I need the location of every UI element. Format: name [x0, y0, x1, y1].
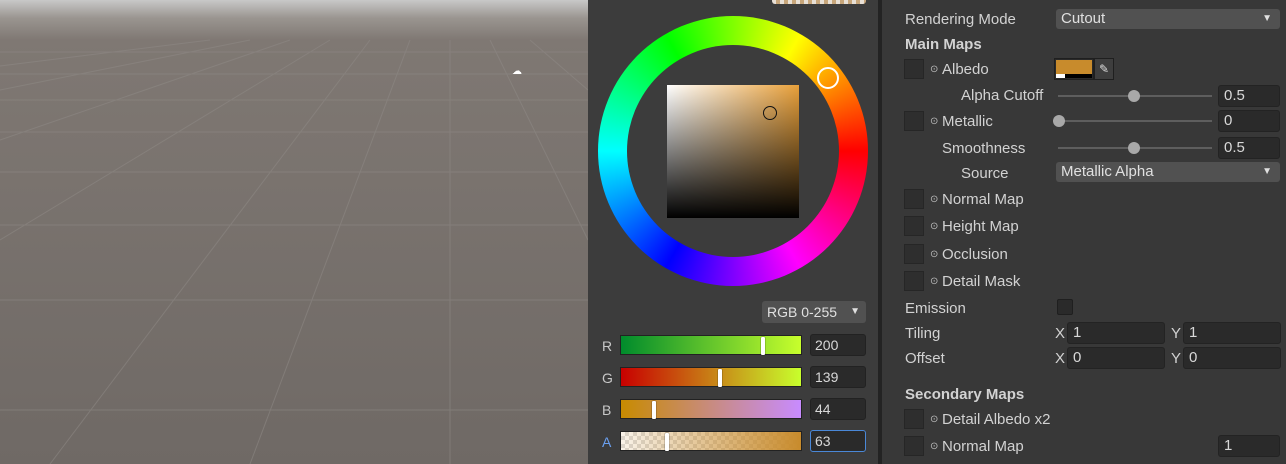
albedo-alpha-bar-fill: [1056, 74, 1065, 78]
channel-slider-g[interactable]: [620, 367, 802, 387]
texture-picker-icon[interactable]: ⊙: [930, 116, 938, 127]
rendering-mode-label: Rendering Mode: [905, 11, 1016, 28]
metallic-slider[interactable]: [1058, 120, 1212, 122]
eyedropper-icon[interactable]: ✎: [1094, 58, 1114, 80]
channel-value-a[interactable]: 63: [810, 430, 866, 452]
detail-albedo-texture-slot[interactable]: [904, 409, 924, 429]
rendering-mode-value: Cutout: [1061, 10, 1106, 27]
texture-picker-icon[interactable]: ⊙: [930, 276, 938, 287]
emission-label: Emission: [905, 300, 966, 317]
main-maps-header: Main Maps: [905, 36, 982, 53]
rendering-mode-dropdown[interactable]: Cutout ▼: [1056, 9, 1280, 29]
metallic-thumb[interactable]: [1053, 115, 1065, 127]
offset-y-field[interactable]: 0: [1183, 347, 1281, 369]
texture-picker-icon[interactable]: ⊙: [930, 64, 938, 75]
detail-mask-texture-slot[interactable]: [904, 271, 924, 291]
normal-map-label: Normal Map: [942, 191, 1024, 208]
color-mode-dropdown[interactable]: RGB 0-255 ▼: [762, 301, 866, 323]
height-map-texture-slot[interactable]: [904, 216, 924, 236]
source-value: Metallic Alpha: [1061, 163, 1154, 180]
albedo-label: Albedo: [942, 61, 989, 78]
channel-value-g[interactable]: 139: [810, 366, 866, 388]
albedo-color-swatch: [1056, 60, 1092, 74]
emission-checkbox[interactable]: [1057, 299, 1073, 315]
channel-value-r[interactable]: 200: [810, 334, 866, 356]
offset-x-field[interactable]: 0: [1067, 347, 1165, 369]
tiling-x-field[interactable]: 1: [1067, 322, 1165, 344]
material-inspector: Rendering Mode Cutout ▼ Main Maps ⊙ Albe…: [882, 0, 1286, 464]
channel-label-a: A: [602, 434, 612, 450]
color-picker-panel: RGB 0-255 ▼ R 200 G 139 B 44 A 63: [588, 0, 878, 464]
detail-albedo-label: Detail Albedo x2: [942, 411, 1051, 428]
offset-label: Offset: [905, 350, 945, 367]
ground-grid: [0, 39, 588, 464]
saturation-value-marker[interactable]: [763, 106, 777, 120]
channel-label-r: R: [602, 338, 613, 354]
source-dropdown[interactable]: Metallic Alpha ▼: [1056, 162, 1280, 182]
offset-y-label: Y: [1171, 350, 1182, 367]
alpha-cutoff-field[interactable]: 0.5: [1218, 85, 1280, 107]
tiling-x-label: X: [1055, 325, 1066, 342]
secondary-normal-scale-field[interactable]: 1: [1218, 435, 1280, 457]
tiling-label: Tiling: [905, 325, 941, 342]
tiling-y-field[interactable]: 1: [1183, 322, 1281, 344]
occlusion-label: Occlusion: [942, 246, 1008, 263]
smoothness-field[interactable]: 0.5: [1218, 137, 1280, 159]
smoothness-thumb[interactable]: [1128, 142, 1140, 154]
texture-picker-icon[interactable]: ⊙: [930, 194, 938, 205]
normal-map-texture-slot[interactable]: [904, 189, 924, 209]
chevron-down-icon: ▼: [1262, 166, 1272, 177]
texture-picker-icon[interactable]: ⊙: [930, 249, 938, 260]
chevron-down-icon: ▼: [850, 306, 860, 317]
detail-mask-label: Detail Mask: [942, 273, 1021, 290]
texture-picker-icon[interactable]: ⊙: [930, 414, 938, 425]
alpha-cutoff-thumb[interactable]: [1128, 90, 1140, 102]
scene-view[interactable]: ☁: [0, 0, 588, 464]
source-label: Source: [961, 165, 1009, 182]
secondary-maps-header: Secondary Maps: [905, 386, 1025, 403]
occlusion-texture-slot[interactable]: [904, 244, 924, 264]
hue-marker[interactable]: [817, 67, 839, 89]
channel-label-b: B: [602, 402, 612, 418]
secondary-normal-map-label: Normal Map: [942, 438, 1024, 455]
secondary-normal-map-texture-slot[interactable]: [904, 436, 924, 456]
channel-slider-handle[interactable]: [718, 369, 722, 387]
channel-slider-handle[interactable]: [652, 401, 656, 419]
channel-slider-a[interactable]: [620, 431, 802, 451]
color-preview-swatch: [772, 0, 866, 4]
chevron-down-icon: ▼: [1262, 13, 1272, 24]
directional-light-icon[interactable]: ☁: [512, 66, 522, 77]
metallic-label: Metallic: [942, 113, 993, 130]
metallic-field[interactable]: 0: [1218, 110, 1280, 132]
smoothness-label: Smoothness: [942, 140, 1026, 157]
channel-label-g: G: [602, 370, 613, 386]
channel-slider-r[interactable]: [620, 335, 802, 355]
channel-slider-handle[interactable]: [665, 433, 669, 451]
saturation-value-square[interactable]: [667, 85, 799, 218]
channel-slider-handle[interactable]: [761, 337, 765, 355]
alpha-cutoff-label: Alpha Cutoff: [961, 87, 1044, 104]
texture-picker-icon[interactable]: ⊙: [930, 221, 938, 232]
channel-value-b[interactable]: 44: [810, 398, 866, 420]
height-map-label: Height Map: [942, 218, 1019, 235]
tiling-y-label: Y: [1171, 325, 1182, 342]
offset-x-label: X: [1055, 350, 1066, 367]
metallic-texture-slot[interactable]: [904, 111, 924, 131]
channel-slider-b[interactable]: [620, 399, 802, 419]
color-mode-label: RGB 0-255: [767, 304, 838, 320]
albedo-alpha-bar-empty: [1065, 74, 1092, 78]
albedo-texture-slot[interactable]: [904, 59, 924, 79]
texture-picker-icon[interactable]: ⊙: [930, 441, 938, 452]
albedo-color-field[interactable]: [1054, 58, 1094, 80]
